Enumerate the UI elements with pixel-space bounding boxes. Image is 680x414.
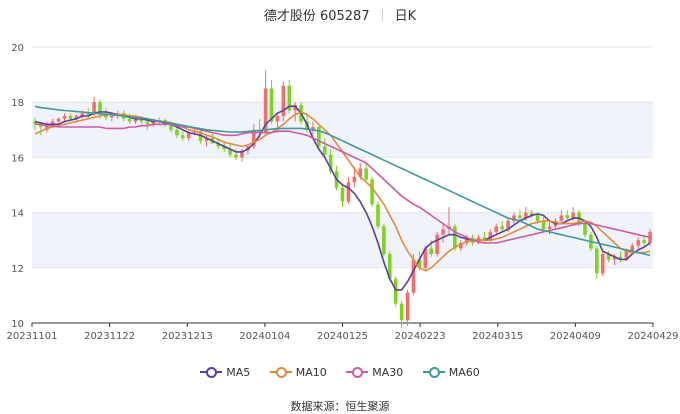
legend-label-ma60: MA60 xyxy=(448,366,480,379)
candle-body xyxy=(234,154,238,158)
candle-body xyxy=(399,303,404,321)
legend-swatch-ma5 xyxy=(200,367,223,378)
candle-body xyxy=(370,179,374,205)
candle-body xyxy=(429,248,433,254)
legend-label-ma10: MA10 xyxy=(295,366,327,379)
candle-body xyxy=(571,212,575,219)
candle-body xyxy=(559,215,564,221)
legend-swatch-ma30 xyxy=(346,367,369,378)
y-tick-label: 12 xyxy=(11,264,24,275)
legend-item-ma10[interactable]: MA10 xyxy=(269,366,327,379)
candle-body xyxy=(405,292,410,321)
x-tick-label: 20231101 xyxy=(7,331,58,342)
x-tick-label: 20231122 xyxy=(84,331,135,342)
candle-body xyxy=(435,234,439,254)
legend-swatch-ma60 xyxy=(422,367,445,378)
candle-body xyxy=(500,226,504,230)
candle-body xyxy=(565,215,570,219)
x-tick-label: 20240223 xyxy=(395,331,446,342)
y-tick-label: 20 xyxy=(11,43,24,54)
legend-label-ma5: MA5 xyxy=(226,366,251,379)
x-tick-label: 20240409 xyxy=(550,331,601,342)
candle-body xyxy=(145,121,150,125)
candle-body xyxy=(547,226,552,230)
candle-body xyxy=(583,223,587,235)
candle-body xyxy=(275,116,280,122)
candle-body xyxy=(68,116,73,119)
candle-body xyxy=(518,215,522,219)
candle-body xyxy=(364,168,368,180)
x-tick-label: 20240315 xyxy=(472,331,523,342)
x-tick-label: 20231213 xyxy=(162,331,213,342)
x-tick-label: 20240104 xyxy=(239,331,290,342)
plot-area: 10 12 14 16 18 20 20231101 20231122 20231213 2024… xyxy=(7,43,679,342)
candle-body xyxy=(411,259,416,293)
y-tick-label: 10 xyxy=(11,319,24,330)
legend-label-ma30: MA30 xyxy=(372,366,404,379)
candle-body xyxy=(352,176,357,183)
x-tick-label: 20240429 xyxy=(628,331,679,342)
candle-body xyxy=(642,240,646,243)
candle-body xyxy=(322,146,327,155)
candle-body xyxy=(453,226,457,249)
legend-item-ma60[interactable]: MA60 xyxy=(422,366,480,379)
stock-chart: 德才股份 605287 日K 10 12 14 16 18 20 20231101 202311… xyxy=(0,0,680,413)
candle-body xyxy=(127,118,132,122)
legend-item-ma30[interactable]: MA30 xyxy=(346,366,403,379)
candle-body xyxy=(56,118,61,122)
candle-body xyxy=(535,215,540,221)
candle-body xyxy=(346,182,351,202)
y-tick-label: 14 xyxy=(11,209,24,220)
legend: MA5 MA10 MA30 MA60 xyxy=(0,366,680,379)
candle-body xyxy=(376,204,380,227)
candle-body xyxy=(393,278,398,304)
candle-body xyxy=(494,226,499,232)
legend-swatch-ma10 xyxy=(269,367,292,378)
data-source: 数据来源：恒生聚源 xyxy=(290,400,390,413)
candle-body xyxy=(382,226,386,254)
legend-item-ma5[interactable]: MA5 xyxy=(200,366,250,379)
candle-body xyxy=(636,240,640,246)
x-tick-label: 20240125 xyxy=(317,331,368,342)
candle-body xyxy=(340,187,345,202)
grid-band xyxy=(32,102,653,158)
candle-body xyxy=(181,135,185,139)
candle-body xyxy=(600,254,605,274)
y-tick-label: 16 xyxy=(11,153,24,164)
candle-body xyxy=(62,116,67,119)
y-tick-label: 18 xyxy=(11,98,24,109)
candle-body xyxy=(541,220,546,230)
candle-body xyxy=(110,116,114,118)
candle-body xyxy=(595,248,599,274)
candle-body xyxy=(175,129,179,136)
candle-body xyxy=(441,229,445,235)
